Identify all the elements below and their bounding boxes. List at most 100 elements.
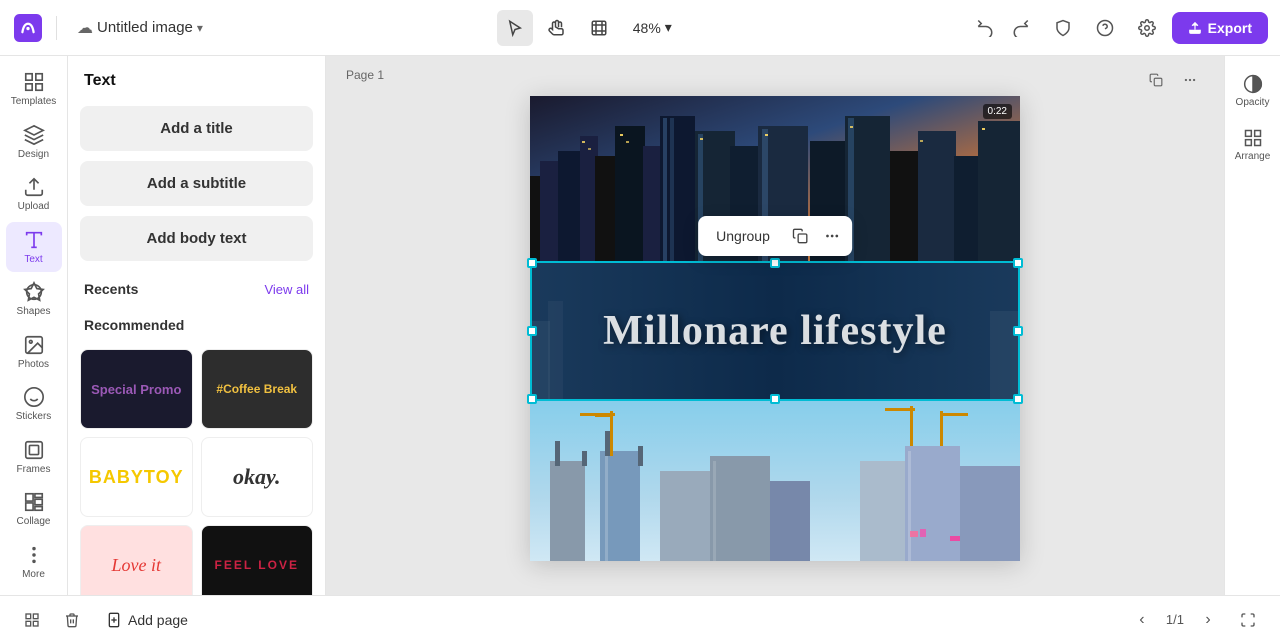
collage-label: Collage xyxy=(17,516,51,527)
rec-okay-text: okay. xyxy=(233,464,280,490)
redo-button[interactable] xyxy=(1004,11,1038,45)
context-copy-button[interactable] xyxy=(784,220,816,252)
recents-header: Recents View all xyxy=(68,269,325,305)
hand-tool-button[interactable] xyxy=(539,10,575,46)
rec-item-feel-love[interactable]: FEEL LOVE xyxy=(201,525,314,595)
sidebar-item-shapes[interactable]: Shapes xyxy=(6,274,62,325)
sidebar-item-design[interactable]: Design xyxy=(6,117,62,168)
rec-love-text: Love it xyxy=(112,555,162,576)
recommended-title: Recommended xyxy=(84,317,184,333)
canvas-text-layer[interactable]: Millonare lifestyle ↻ xyxy=(530,261,1020,401)
toolbar-center: 48% ▾ xyxy=(219,10,960,46)
page-label: Page 1 xyxy=(346,68,384,82)
add-subtitle-button[interactable]: Add a subtitle xyxy=(80,161,313,206)
millionaire-text: Millonare lifestyle xyxy=(593,307,957,355)
rec-feel-love-text: FEEL LOVE xyxy=(215,558,299,572)
rec-coffee-break-text: #Coffee Break xyxy=(216,382,297,396)
chevron-down-icon: ▾ xyxy=(197,21,203,35)
upload-label: Upload xyxy=(18,201,50,212)
top-toolbar: ☁ Untitled image ▾ 48% ▾ xyxy=(0,0,1280,56)
stickers-label: Stickers xyxy=(16,411,52,422)
rec-special-promo-text: Special Promo xyxy=(91,382,181,397)
text-label: Text xyxy=(24,254,42,265)
opacity-label: Opacity xyxy=(1236,97,1270,108)
timer-badge: 0:22 xyxy=(983,104,1012,119)
canvas-bottom-image xyxy=(530,401,1020,561)
view-all-link[interactable]: View all xyxy=(264,282,309,297)
add-page-button[interactable]: Add page xyxy=(96,606,198,634)
icon-bar: Templates Design Upload Text Shapes Phot… xyxy=(0,56,68,595)
add-title-button[interactable]: Add a title xyxy=(80,106,313,151)
toolbar-divider xyxy=(56,16,57,40)
sidebar-item-frames[interactable]: Frames xyxy=(6,432,62,483)
sidebar-item-collage[interactable]: Collage xyxy=(6,484,62,535)
bottom-bar: Add page ‹ 1/1 › xyxy=(0,595,1280,643)
frames-label: Frames xyxy=(17,464,51,475)
add-body-button[interactable]: Add body text xyxy=(80,216,313,261)
shapes-label: Shapes xyxy=(17,306,51,317)
sidebar-item-templates[interactable]: Templates xyxy=(6,64,62,115)
main-layout: Templates Design Upload Text Shapes Phot… xyxy=(0,56,1280,595)
left-panel: Text Add a title Add a subtitle Add body… xyxy=(68,56,326,595)
undo-button[interactable] xyxy=(968,11,1002,45)
canvas-header-right xyxy=(1142,66,1204,94)
pointer-tool-button[interactable] xyxy=(497,10,533,46)
settings-icon-btn[interactable] xyxy=(1130,11,1164,45)
canva-logo[interactable] xyxy=(12,12,44,44)
zoom-chevron-icon: ▾ xyxy=(665,19,672,36)
delete-page-button[interactable] xyxy=(56,604,88,636)
add-page-label: Add page xyxy=(128,612,188,628)
canvas-more-icon-btn[interactable] xyxy=(1176,66,1204,94)
recents-title: Recents xyxy=(84,281,138,297)
canvas-wrapper: 0:22 xyxy=(530,96,1020,561)
canvas-area: Page 1 xyxy=(326,56,1224,595)
ungroup-button[interactable]: Ungroup xyxy=(702,222,784,250)
grid-view-button[interactable] xyxy=(16,604,48,636)
page-counter: 1/1 xyxy=(1166,612,1184,627)
next-page-button[interactable]: › xyxy=(1192,604,1224,636)
file-name: Untitled image xyxy=(97,19,193,36)
recommended-header: Recommended xyxy=(68,305,325,341)
sidebar-item-photos[interactable]: Photos xyxy=(6,327,62,378)
rec-item-love[interactable]: Love it xyxy=(80,525,193,595)
context-menu: Ungroup xyxy=(698,216,852,256)
frame-tool-button[interactable] xyxy=(581,10,617,46)
arrange-label: Arrange xyxy=(1235,151,1271,162)
sidebar-item-stickers[interactable]: Stickers xyxy=(6,379,62,430)
rec-item-okay[interactable]: okay. xyxy=(201,437,314,517)
panel-title: Text xyxy=(68,56,325,102)
templates-label: Templates xyxy=(11,96,57,107)
selected-group[interactable]: Ungroup xyxy=(530,261,1020,401)
sidebar-item-more[interactable]: More xyxy=(6,537,62,588)
arrange-panel-item[interactable]: Arrange xyxy=(1229,122,1277,168)
cloud-icon: ☁ xyxy=(77,18,93,38)
zoom-level: 48% xyxy=(633,20,661,36)
export-button[interactable]: Export xyxy=(1172,12,1268,44)
prev-page-button[interactable]: ‹ xyxy=(1126,604,1158,636)
rec-item-special-promo[interactable]: Special Promo xyxy=(80,349,193,429)
shield-icon-btn[interactable] xyxy=(1046,11,1080,45)
help-icon-btn[interactable] xyxy=(1088,11,1122,45)
recommended-grid: Special Promo #Coffee Break BABYTOY okay… xyxy=(68,341,325,595)
file-info[interactable]: ☁ Untitled image ▾ xyxy=(69,14,211,42)
undo-redo-group xyxy=(968,11,1038,45)
bottom-city-svg xyxy=(530,401,1020,561)
opacity-panel-item[interactable]: Opacity xyxy=(1229,68,1277,114)
sidebar-item-text[interactable]: Text xyxy=(6,222,62,273)
photos-label: Photos xyxy=(18,359,49,370)
rec-item-coffee-break[interactable]: #Coffee Break xyxy=(201,349,314,429)
context-more-button[interactable] xyxy=(816,220,848,252)
canvas-copy-icon-btn[interactable] xyxy=(1142,66,1170,94)
more-label: More xyxy=(22,569,45,580)
bottom-right: ‹ 1/1 › xyxy=(1126,604,1264,636)
rec-item-babytoy[interactable]: BABYTOY xyxy=(80,437,193,517)
zoom-button[interactable]: 48% ▾ xyxy=(623,15,682,40)
right-panel: Opacity Arrange xyxy=(1224,56,1280,595)
rec-babytoy-text: BABYTOY xyxy=(89,467,184,488)
fullscreen-button[interactable] xyxy=(1232,604,1264,636)
design-label: Design xyxy=(18,149,49,160)
design-canvas: 0:22 xyxy=(530,96,1020,561)
export-label: Export xyxy=(1208,20,1252,36)
sidebar-item-upload[interactable]: Upload xyxy=(6,169,62,220)
toolbar-right: Export xyxy=(1046,11,1268,45)
